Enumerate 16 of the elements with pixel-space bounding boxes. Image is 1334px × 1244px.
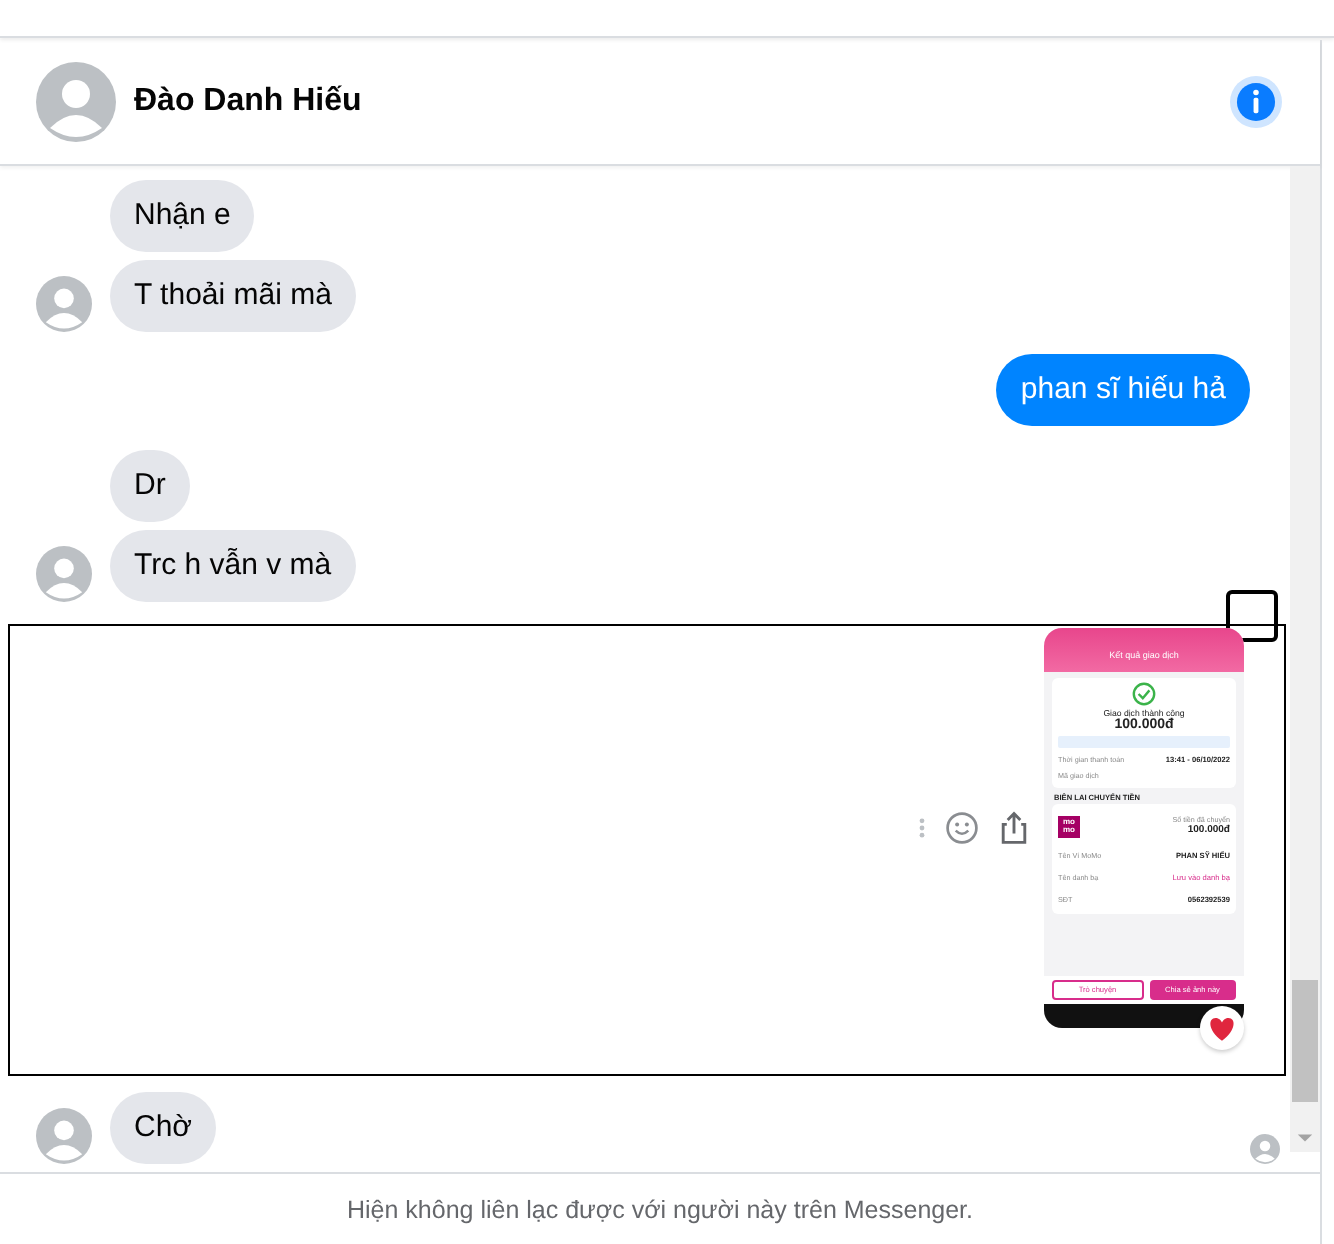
- message-bubble: T thoải mãi mà: [110, 260, 356, 332]
- message-bubble: Nhận e: [110, 180, 255, 252]
- smiley-icon[interactable]: [944, 810, 980, 846]
- message-bubble: Trc h vẫn v mà: [110, 530, 356, 602]
- check-icon: [1132, 682, 1156, 706]
- scroll-down-icon[interactable]: [1296, 1132, 1314, 1144]
- receipt-screenshot[interactable]: [1044, 628, 1244, 1028]
- scrollbar-thumb[interactable]: [1292, 980, 1318, 1102]
- message-bubble: phan sĩ hiếu hả: [996, 354, 1250, 426]
- message-bubble: Dr: [110, 450, 190, 522]
- share-icon[interactable]: [996, 810, 1032, 846]
- contact-name[interactable]: Đào Danh Hiếu: [134, 84, 1230, 120]
- status-message: Hiện không liên lạc được với người này trên Messenger.: [346, 1196, 973, 1224]
- message-bubble: Chờ: [110, 1092, 217, 1164]
- avatar: [36, 62, 116, 142]
- info-icon[interactable]: [1230, 76, 1282, 128]
